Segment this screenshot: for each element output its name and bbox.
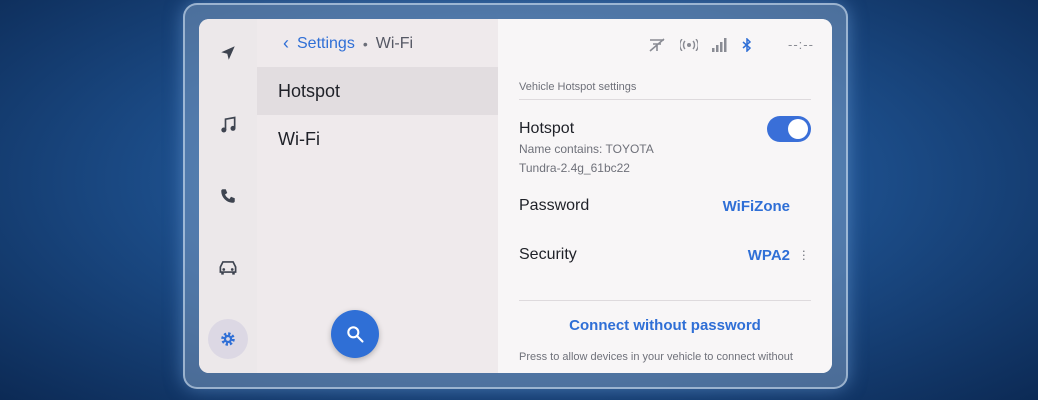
- hotspot-label: Hotspot: [519, 120, 575, 137]
- navigation-icon[interactable]: [208, 33, 248, 73]
- status-bar: --:--: [648, 37, 814, 52]
- phone-icon[interactable]: [208, 176, 248, 216]
- nav-rail: [199, 19, 257, 373]
- search-icon: [347, 326, 364, 343]
- breadcrumb-parent[interactable]: Settings: [297, 35, 355, 53]
- divider: [519, 99, 811, 100]
- section-heading: Vehicle Hotspot settings: [519, 81, 637, 93]
- divider: [519, 300, 811, 301]
- settings-menu-panel: ‹ Settings • Wi-Fi Hotspot Wi-Fi: [257, 19, 498, 373]
- security-label: Security: [519, 246, 577, 263]
- password-label: Password: [519, 197, 590, 214]
- hotspot-name-line1: Name contains: TOYOTA: [519, 142, 654, 156]
- connect-footnote: Press to allow devices in your vehicle t…: [519, 351, 793, 363]
- breadcrumb-separator: •: [362, 35, 368, 52]
- bluetooth-icon: [742, 37, 752, 52]
- password-value[interactable]: WiFiZone: [723, 198, 790, 215]
- menu-item-hotspot[interactable]: Hotspot: [257, 67, 498, 115]
- broadcast-icon: [680, 38, 698, 51]
- car-icon[interactable]: [208, 247, 248, 287]
- hotspot-name-line2: Tundra-2.4g_61bc22: [519, 161, 630, 175]
- hotspot-settings-panel: --:-- Vehicle Hotspot settings Hotspot N…: [498, 19, 832, 373]
- back-chevron-icon[interactable]: ‹: [283, 33, 289, 54]
- toggle-knob: [788, 119, 808, 139]
- gear-icon[interactable]: [208, 319, 248, 359]
- signal-bars-icon: [712, 37, 727, 52]
- search-button[interactable]: [331, 310, 379, 358]
- menu-item-wifi[interactable]: Wi-Fi: [257, 115, 498, 163]
- music-icon[interactable]: [208, 105, 248, 145]
- security-value[interactable]: WPA2: [748, 247, 790, 264]
- no-signal-icon: [649, 37, 665, 52]
- more-options-icon[interactable]: · · ·: [802, 244, 806, 265]
- settings-screen: ‹ Settings • Wi-Fi Hotspot Wi-Fi --:-- V…: [199, 19, 832, 373]
- clock-readout: --:--: [788, 37, 814, 52]
- connect-without-password-button[interactable]: Connect without password: [498, 317, 832, 334]
- breadcrumb: ‹ Settings • Wi-Fi: [283, 33, 413, 54]
- breadcrumb-current: Wi-Fi: [375, 34, 414, 52]
- hotspot-toggle[interactable]: [767, 116, 811, 142]
